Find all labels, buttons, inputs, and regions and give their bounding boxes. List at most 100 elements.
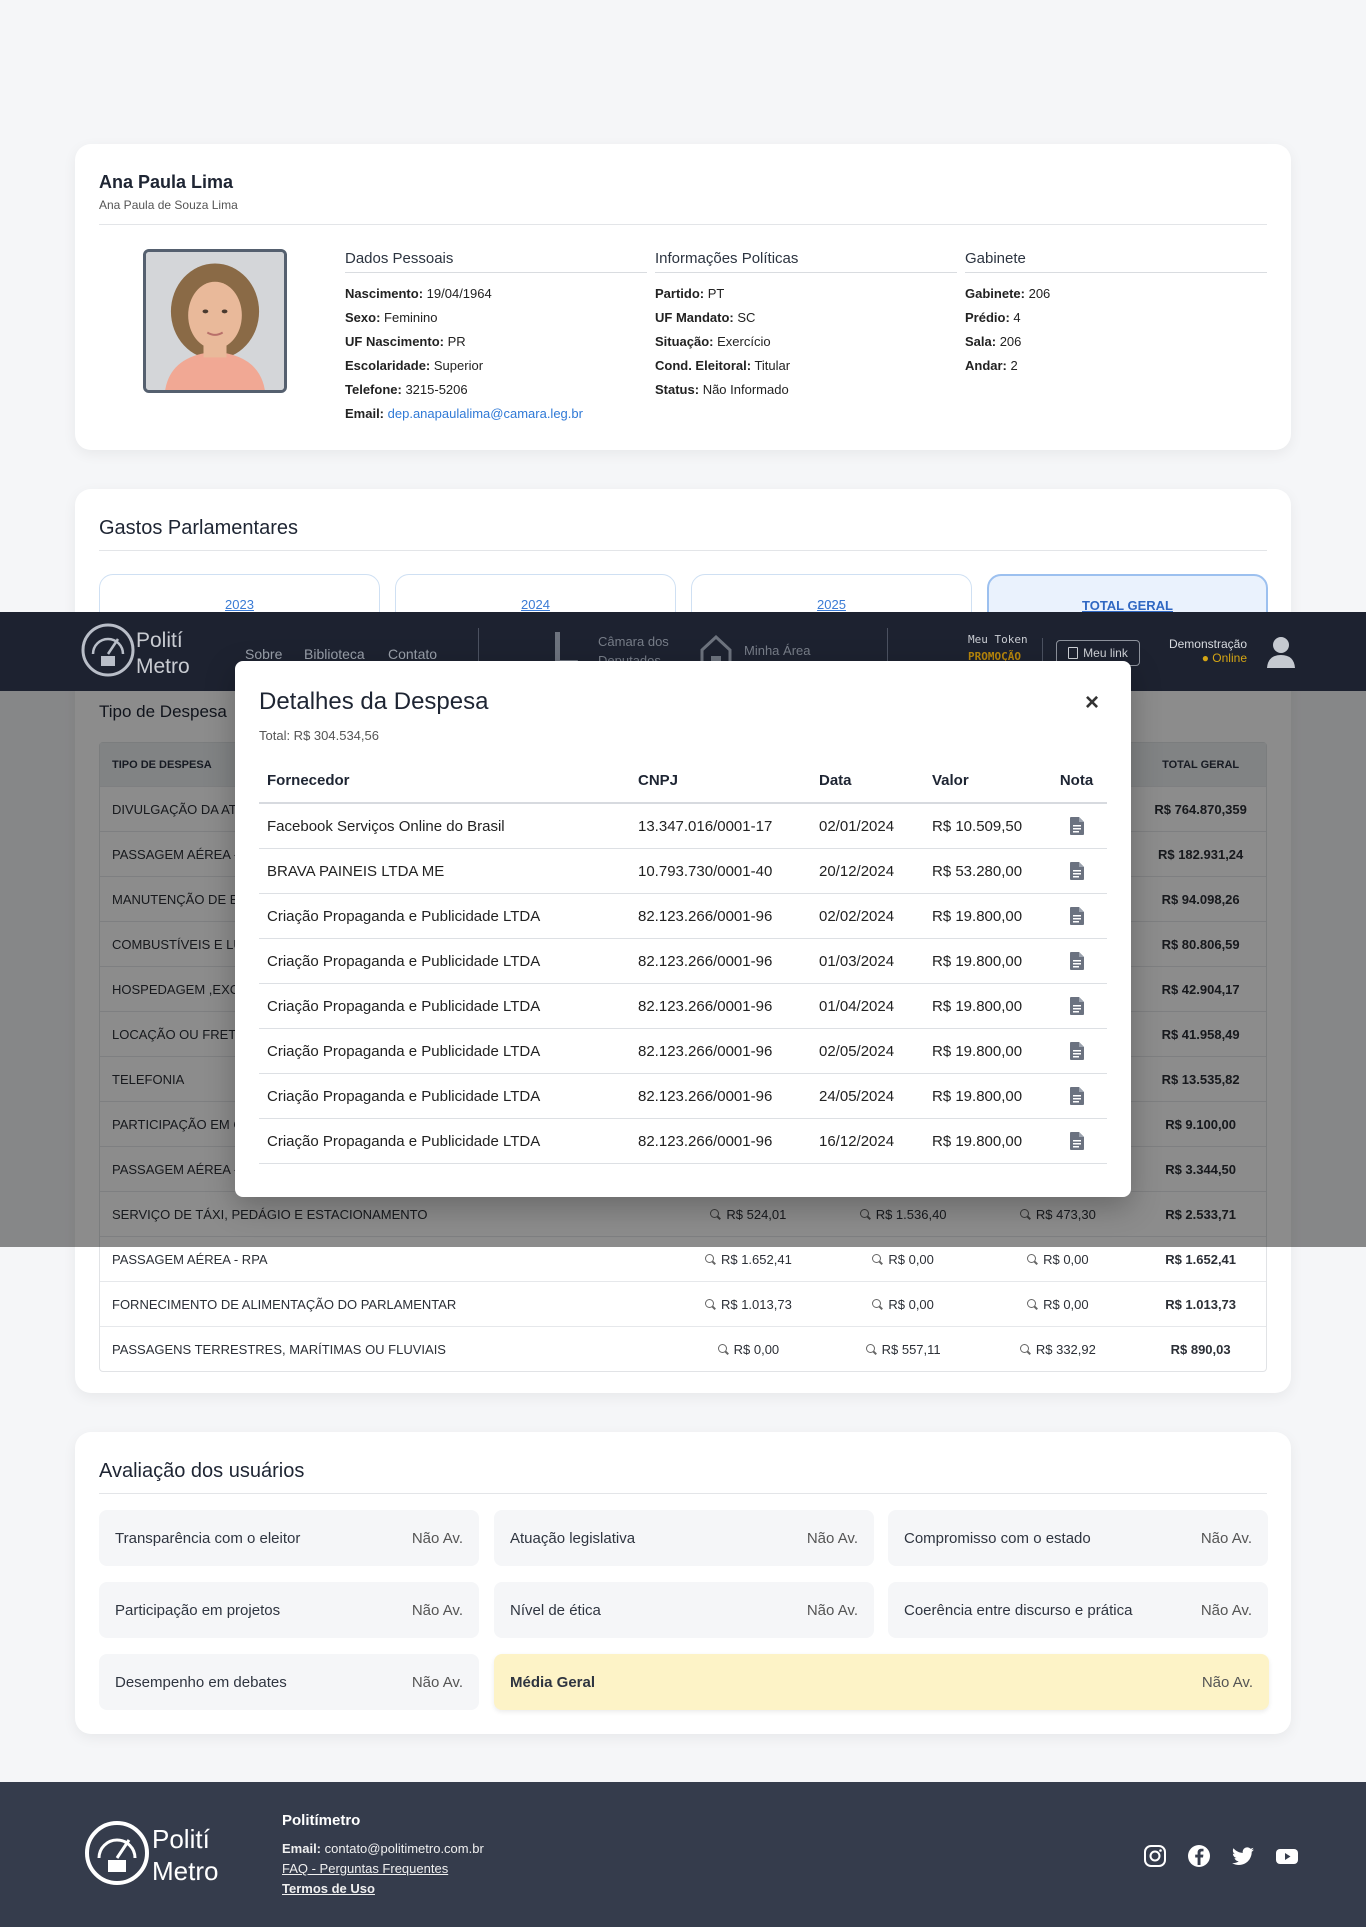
cnpj-cell: 10.793.730/0001-40 bbox=[638, 862, 773, 880]
document-icon[interactable] bbox=[1069, 907, 1084, 926]
document-icon[interactable] bbox=[1069, 1132, 1084, 1151]
navbar-logo[interactable]: Polití Metro bbox=[80, 620, 210, 680]
rating-participacao: Participação em projetos Não Av. bbox=[99, 1582, 479, 1638]
info-politicas-title: Informações Políticas bbox=[655, 250, 957, 273]
faq-link[interactable]: FAQ - Perguntas Frequentes bbox=[282, 1861, 448, 1876]
despesa-row: Criação Propaganda e Publicidade LTDA 82.… bbox=[259, 984, 1107, 1029]
detail-button-2025[interactable]: R$ 0,00 bbox=[981, 1252, 1136, 1267]
detail-button-2023[interactable]: R$ 0,00 bbox=[671, 1342, 826, 1357]
user-info: Demonstração ● Online bbox=[1169, 637, 1247, 665]
profile-card: Ana Paula Lima Ana Paula de Souza Lima D… bbox=[75, 144, 1291, 450]
rating-coerencia: Coerência entre discurso e prática Não Av… bbox=[888, 1582, 1268, 1638]
youtube-icon[interactable] bbox=[1275, 1844, 1299, 1868]
divider bbox=[99, 550, 1267, 551]
despesa-modal: Detalhes da Despesa × Total: R$ 304.534,… bbox=[235, 661, 1131, 1197]
avaliacao-card: Avaliação dos usuários Transparência com… bbox=[75, 1432, 1291, 1734]
cnpj-cell: 82.123.266/0001-96 bbox=[638, 997, 773, 1015]
detail-button-2024[interactable]: R$ 0,00 bbox=[826, 1252, 981, 1267]
cnpj-cell: 82.123.266/0001-96 bbox=[638, 907, 773, 925]
despesa-row: Facebook Serviços Online do Brasil 13.347… bbox=[259, 804, 1107, 849]
gabinete-row: Gabinete: 206 bbox=[965, 286, 1051, 301]
dados-pessoais-title: Dados Pessoais bbox=[345, 250, 647, 273]
despesa-table: Fornecedor CNPJ Data Valor Nota Facebook… bbox=[259, 759, 1107, 1164]
valor-cell: R$ 19.800,00 bbox=[932, 997, 1023, 1015]
termos-link[interactable]: Termos de Uso bbox=[282, 1881, 375, 1896]
fornecedor-cell: BRAVA PAINEIS LTDA ME bbox=[267, 862, 445, 880]
situacao-row: Situação: Exercício bbox=[655, 334, 771, 349]
email-link[interactable]: dep.anapaulalima@camara.leg.br bbox=[388, 406, 583, 421]
search-icon bbox=[1019, 1343, 1031, 1355]
facebook-icon[interactable] bbox=[1187, 1844, 1211, 1868]
token-label: Meu Token bbox=[968, 633, 1028, 646]
online-status: ● Online bbox=[1201, 651, 1247, 665]
data-cell: 02/02/2024 bbox=[819, 907, 895, 925]
twitter-icon[interactable] bbox=[1231, 1844, 1255, 1868]
document-icon bbox=[1068, 647, 1079, 659]
data-cell: 24/05/2024 bbox=[819, 1087, 895, 1105]
nav-contato[interactable]: Contato bbox=[388, 646, 437, 662]
valor-cell: R$ 19.800,00 bbox=[932, 952, 1023, 970]
gastos-title: Gastos Parlamentares bbox=[99, 517, 298, 539]
footer-brand: Politímetro bbox=[282, 1812, 361, 1829]
data-cell: 01/03/2024 bbox=[819, 952, 895, 970]
nav-biblioteca[interactable]: Biblioteca bbox=[304, 646, 365, 662]
valor-cell: R$ 10.509,50 bbox=[932, 817, 1023, 835]
telefone-row: Telefone: 3215-5206 bbox=[345, 382, 468, 397]
deputy-full-name: Ana Paula de Souza Lima bbox=[99, 198, 238, 212]
search-icon bbox=[717, 1343, 729, 1355]
rating-media-geral: Média Geral Não Av. bbox=[494, 1654, 1269, 1710]
table-row: PASSAGENS TERRESTRES, MARÍTIMAS OU FLUVI… bbox=[100, 1326, 1266, 1371]
document-icon[interactable] bbox=[1069, 862, 1084, 881]
footer-logo[interactable]: Polití Metro bbox=[84, 1818, 244, 1888]
politimetro-logo-icon: Polití Metro bbox=[85, 1821, 218, 1886]
nav-sobre[interactable]: Sobre bbox=[245, 646, 282, 662]
despesa-row: Criação Propaganda e Publicidade LTDA 82.… bbox=[259, 939, 1107, 984]
despesa-row: Criação Propaganda e Publicidade LTDA 82.… bbox=[259, 1119, 1107, 1164]
data-cell: 02/05/2024 bbox=[819, 1042, 895, 1060]
document-icon[interactable] bbox=[1069, 952, 1084, 971]
despesa-row: Criação Propaganda e Publicidade LTDA 82.… bbox=[259, 894, 1107, 939]
user-name: Demonstração bbox=[1168, 637, 1247, 651]
document-icon[interactable] bbox=[1069, 1087, 1084, 1106]
detail-button-2025[interactable]: R$ 332,92 bbox=[981, 1342, 1136, 1357]
nota-cell bbox=[1046, 1132, 1107, 1151]
escolaridade-row: Escolaridade: Superior bbox=[345, 358, 484, 373]
detail-button-2024[interactable]: R$ 0,00 bbox=[826, 1297, 981, 1312]
document-icon[interactable] bbox=[1069, 1042, 1084, 1061]
close-icon[interactable]: × bbox=[1085, 691, 1099, 715]
search-icon bbox=[872, 1298, 883, 1310]
document-icon[interactable] bbox=[1069, 997, 1084, 1016]
search-icon bbox=[872, 1253, 883, 1265]
nota-cell bbox=[1046, 1042, 1107, 1061]
detail-button-2023[interactable]: R$ 1.652,41 bbox=[671, 1252, 826, 1267]
nota-cell bbox=[1046, 817, 1107, 836]
detail-button-2025[interactable]: R$ 0,00 bbox=[981, 1297, 1136, 1312]
document-icon[interactable] bbox=[1069, 817, 1084, 836]
svg-text:Polití: Polití bbox=[152, 1824, 211, 1854]
rating-transparencia: Transparência com o eleitor Não Av. bbox=[99, 1510, 479, 1566]
valor-cell: R$ 19.800,00 bbox=[932, 1087, 1023, 1105]
avatar-icon[interactable] bbox=[1266, 636, 1296, 668]
fornecedor-cell: Criação Propaganda e Publicidade LTDA bbox=[267, 1042, 541, 1060]
divider bbox=[99, 1493, 1267, 1494]
data-cell: 20/12/2024 bbox=[819, 862, 895, 880]
rating-compromisso: Compromisso com o estado Não Av. bbox=[888, 1510, 1268, 1566]
cond-eleitoral-row: Cond. Eleitoral: Titular bbox=[655, 358, 791, 373]
divider bbox=[99, 224, 1267, 225]
politimetro-logo-icon: Polití Metro bbox=[81, 623, 190, 678]
detail-button-2024[interactable]: R$ 557,11 bbox=[826, 1342, 981, 1357]
detail-button-2023[interactable]: R$ 1.013,73 bbox=[671, 1297, 826, 1312]
search-icon bbox=[1027, 1253, 1038, 1265]
cnpj-cell: 82.123.266/0001-96 bbox=[638, 952, 773, 970]
cnpj-cell: 82.123.266/0001-96 bbox=[638, 1087, 773, 1105]
rating-etica: Nível de ética Não Av. bbox=[494, 1582, 874, 1638]
search-icon bbox=[704, 1253, 716, 1265]
valor-cell: R$ 19.800,00 bbox=[932, 1042, 1023, 1060]
nota-cell bbox=[1046, 1087, 1107, 1106]
despesa-row: Criação Propaganda e Publicidade LTDA 82.… bbox=[259, 1074, 1107, 1119]
svg-text:Metro: Metro bbox=[152, 1856, 218, 1886]
uf-mandato-row: UF Mandato: SC bbox=[655, 310, 756, 325]
avaliacao-title: Avaliação dos usuários bbox=[99, 1460, 305, 1482]
instagram-icon[interactable] bbox=[1143, 1844, 1167, 1868]
info-politicas-section: Informações Políticas Partido: PT UF Man… bbox=[655, 250, 957, 402]
